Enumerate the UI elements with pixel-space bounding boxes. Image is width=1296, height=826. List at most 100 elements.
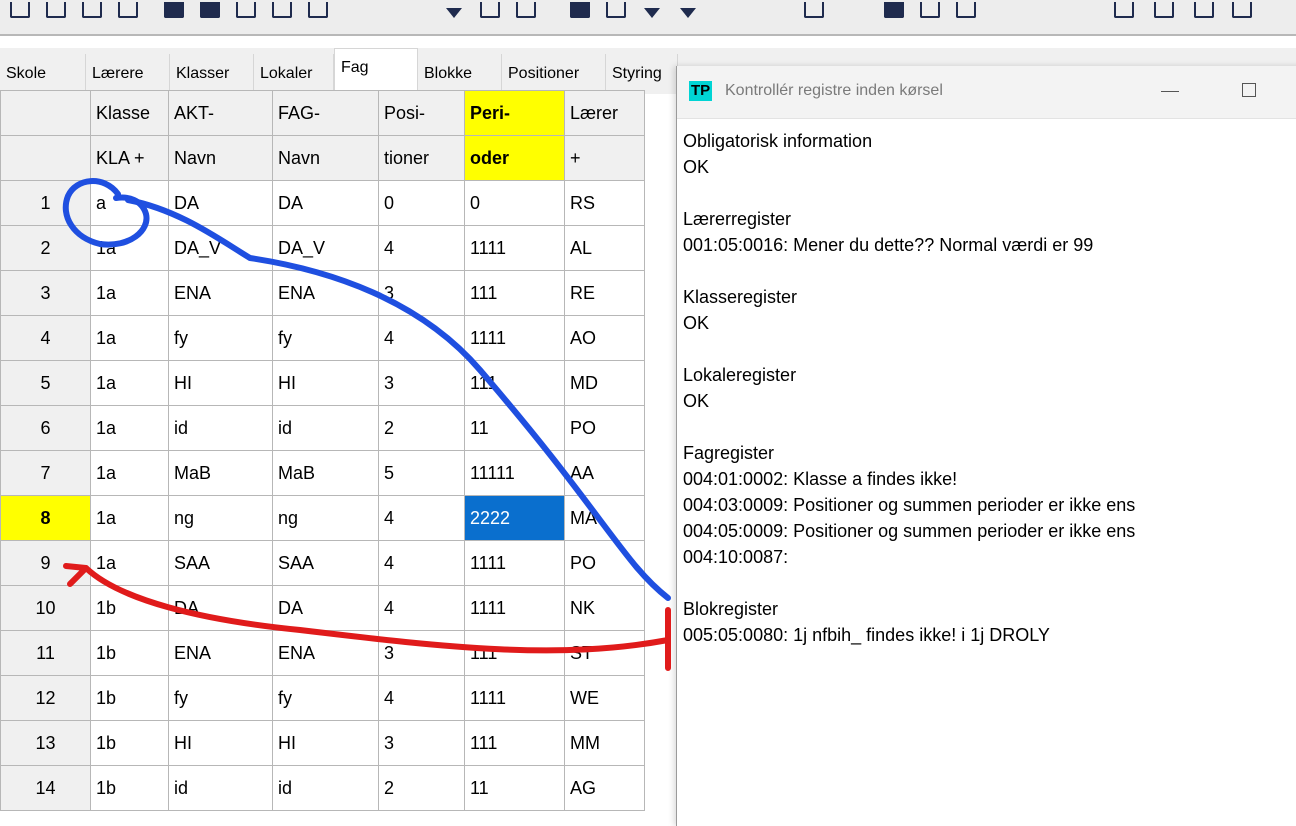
table-cell[interactable]: PO <box>564 405 645 451</box>
row-number[interactable]: 14 <box>0 765 91 811</box>
toolbar-button-icon[interactable] <box>160 0 188 18</box>
row-number[interactable]: 9 <box>0 540 91 586</box>
table-cell[interactable]: 4 <box>378 675 465 721</box>
table-cell[interactable]: WE <box>564 675 645 721</box>
table-cell[interactable]: 1111 <box>464 540 565 586</box>
table-cell[interactable]: DA_V <box>168 225 273 271</box>
toolbar-button-icon[interactable] <box>114 0 142 18</box>
table-cell[interactable]: 1a <box>90 225 169 271</box>
tab-skole[interactable]: Skole <box>0 54 86 94</box>
table-cell[interactable]: ng <box>272 495 379 541</box>
column-header[interactable]: AKT- <box>168 90 273 136</box>
toolbar-button-icon[interactable] <box>1190 0 1218 18</box>
toolbar-button-icon[interactable] <box>78 0 106 18</box>
table-cell[interactable]: ENA <box>168 270 273 316</box>
toolbar-button-icon[interactable] <box>232 0 260 18</box>
row-number[interactable]: 13 <box>0 720 91 766</box>
row-number[interactable]: 1 <box>0 180 91 226</box>
row-number[interactable]: 2 <box>0 225 91 271</box>
table-cell[interactable]: 1b <box>90 585 169 631</box>
toolbar-button-icon[interactable] <box>880 0 908 18</box>
minimize-icon[interactable] <box>1161 91 1179 92</box>
table-cell[interactable]: 1a <box>90 315 169 361</box>
table-cell[interactable]: 1b <box>90 675 169 721</box>
toolbar-button-icon[interactable] <box>268 0 296 18</box>
table-cell[interactable]: SAA <box>272 540 379 586</box>
table-cell[interactable]: 5 <box>378 450 465 496</box>
table-cell[interactable]: MM <box>564 720 645 766</box>
table-cell[interactable]: 1111 <box>464 225 565 271</box>
table-cell[interactable]: ENA <box>272 630 379 676</box>
toolbar-button-icon[interactable] <box>196 0 224 18</box>
table-cell[interactable]: AA <box>564 450 645 496</box>
table-cell[interactable]: 1111 <box>464 585 565 631</box>
toolbar-button-icon[interactable] <box>476 0 504 18</box>
table-cell[interactable]: ng <box>168 495 273 541</box>
table-cell[interactable]: HI <box>272 360 379 406</box>
row-number[interactable]: 5 <box>0 360 91 406</box>
table-cell[interactable]: 1a <box>90 540 169 586</box>
column-header[interactable]: tioner <box>378 135 465 181</box>
toolbar-button-icon[interactable] <box>566 0 594 18</box>
table-cell[interactable]: 11111 <box>464 450 565 496</box>
column-header[interactable]: + <box>564 135 645 181</box>
column-header[interactable]: Peri- <box>464 90 565 136</box>
dialog-titlebar[interactable]: TP Kontrollér registre inden kørsel <box>677 66 1296 119</box>
table-cell[interactable]: DA_V <box>272 225 379 271</box>
table-cell[interactable]: RS <box>564 180 645 226</box>
table-cell[interactable]: 3 <box>378 270 465 316</box>
table-cell[interactable]: HI <box>168 360 273 406</box>
table-cell[interactable]: 2 <box>378 405 465 451</box>
toolbar-button-icon[interactable] <box>42 0 70 18</box>
table-cell[interactable]: 111 <box>464 720 565 766</box>
table-cell[interactable]: 4 <box>378 585 465 631</box>
table-cell[interactable]: 11 <box>464 765 565 811</box>
tab-styring[interactable]: Styring <box>606 54 678 94</box>
table-cell[interactable]: 4 <box>378 315 465 361</box>
row-number[interactable]: 8 <box>0 495 91 541</box>
table-cell[interactable]: MA <box>564 495 645 541</box>
table-cell[interactable]: 4 <box>378 225 465 271</box>
chevron-down-icon[interactable] <box>638 0 666 18</box>
tab-lokaler[interactable]: Lokaler <box>254 54 334 94</box>
column-header[interactable]: Klasse <box>90 90 169 136</box>
column-header[interactable]: Navn <box>168 135 273 181</box>
table-cell[interactable]: ST <box>564 630 645 676</box>
column-header[interactable]: Posi- <box>378 90 465 136</box>
table-cell[interactable]: 1b <box>90 765 169 811</box>
table-cell[interactable]: 1111 <box>464 315 565 361</box>
tab-blokke[interactable]: Blokke <box>418 54 502 94</box>
tab-laerere[interactable]: Lærere <box>86 54 170 94</box>
table-cell[interactable]: MaB <box>272 450 379 496</box>
table-cell[interactable]: 1a <box>90 270 169 316</box>
row-number[interactable]: 11 <box>0 630 91 676</box>
toolbar-button-icon[interactable] <box>1110 0 1138 18</box>
table-cell[interactable]: 4 <box>378 495 465 541</box>
toolbar-button-icon[interactable] <box>1228 0 1256 18</box>
table-cell[interactable]: a <box>90 180 169 226</box>
table-cell[interactable]: 1a <box>90 450 169 496</box>
toolbar-button-icon[interactable] <box>800 0 828 18</box>
table-cell[interactable]: DA <box>168 585 273 631</box>
maximize-icon[interactable] <box>1242 83 1256 97</box>
table-cell[interactable]: fy <box>272 675 379 721</box>
table-cell[interactable]: 3 <box>378 720 465 766</box>
table-cell[interactable]: 3 <box>378 630 465 676</box>
table-cell[interactable]: id <box>168 765 273 811</box>
tab-klasser[interactable]: Klasser <box>170 54 254 94</box>
table-cell[interactable]: id <box>272 405 379 451</box>
row-number[interactable]: 6 <box>0 405 91 451</box>
table-cell[interactable]: RE <box>564 270 645 316</box>
tab-fag[interactable]: Fag <box>334 48 418 94</box>
table-cell[interactable]: DA <box>272 585 379 631</box>
table-cell[interactable]: SAA <box>168 540 273 586</box>
table-cell[interactable]: 11 <box>464 405 565 451</box>
selected-cell[interactable]: 2222 <box>464 495 565 541</box>
table-cell[interactable]: 1b <box>90 720 169 766</box>
toolbar-button-icon[interactable] <box>304 0 332 18</box>
table-cell[interactable]: ENA <box>168 630 273 676</box>
table-cell[interactable]: 111 <box>464 630 565 676</box>
table-cell[interactable]: AO <box>564 315 645 361</box>
row-number[interactable]: 4 <box>0 315 91 361</box>
table-cell[interactable]: 4 <box>378 540 465 586</box>
